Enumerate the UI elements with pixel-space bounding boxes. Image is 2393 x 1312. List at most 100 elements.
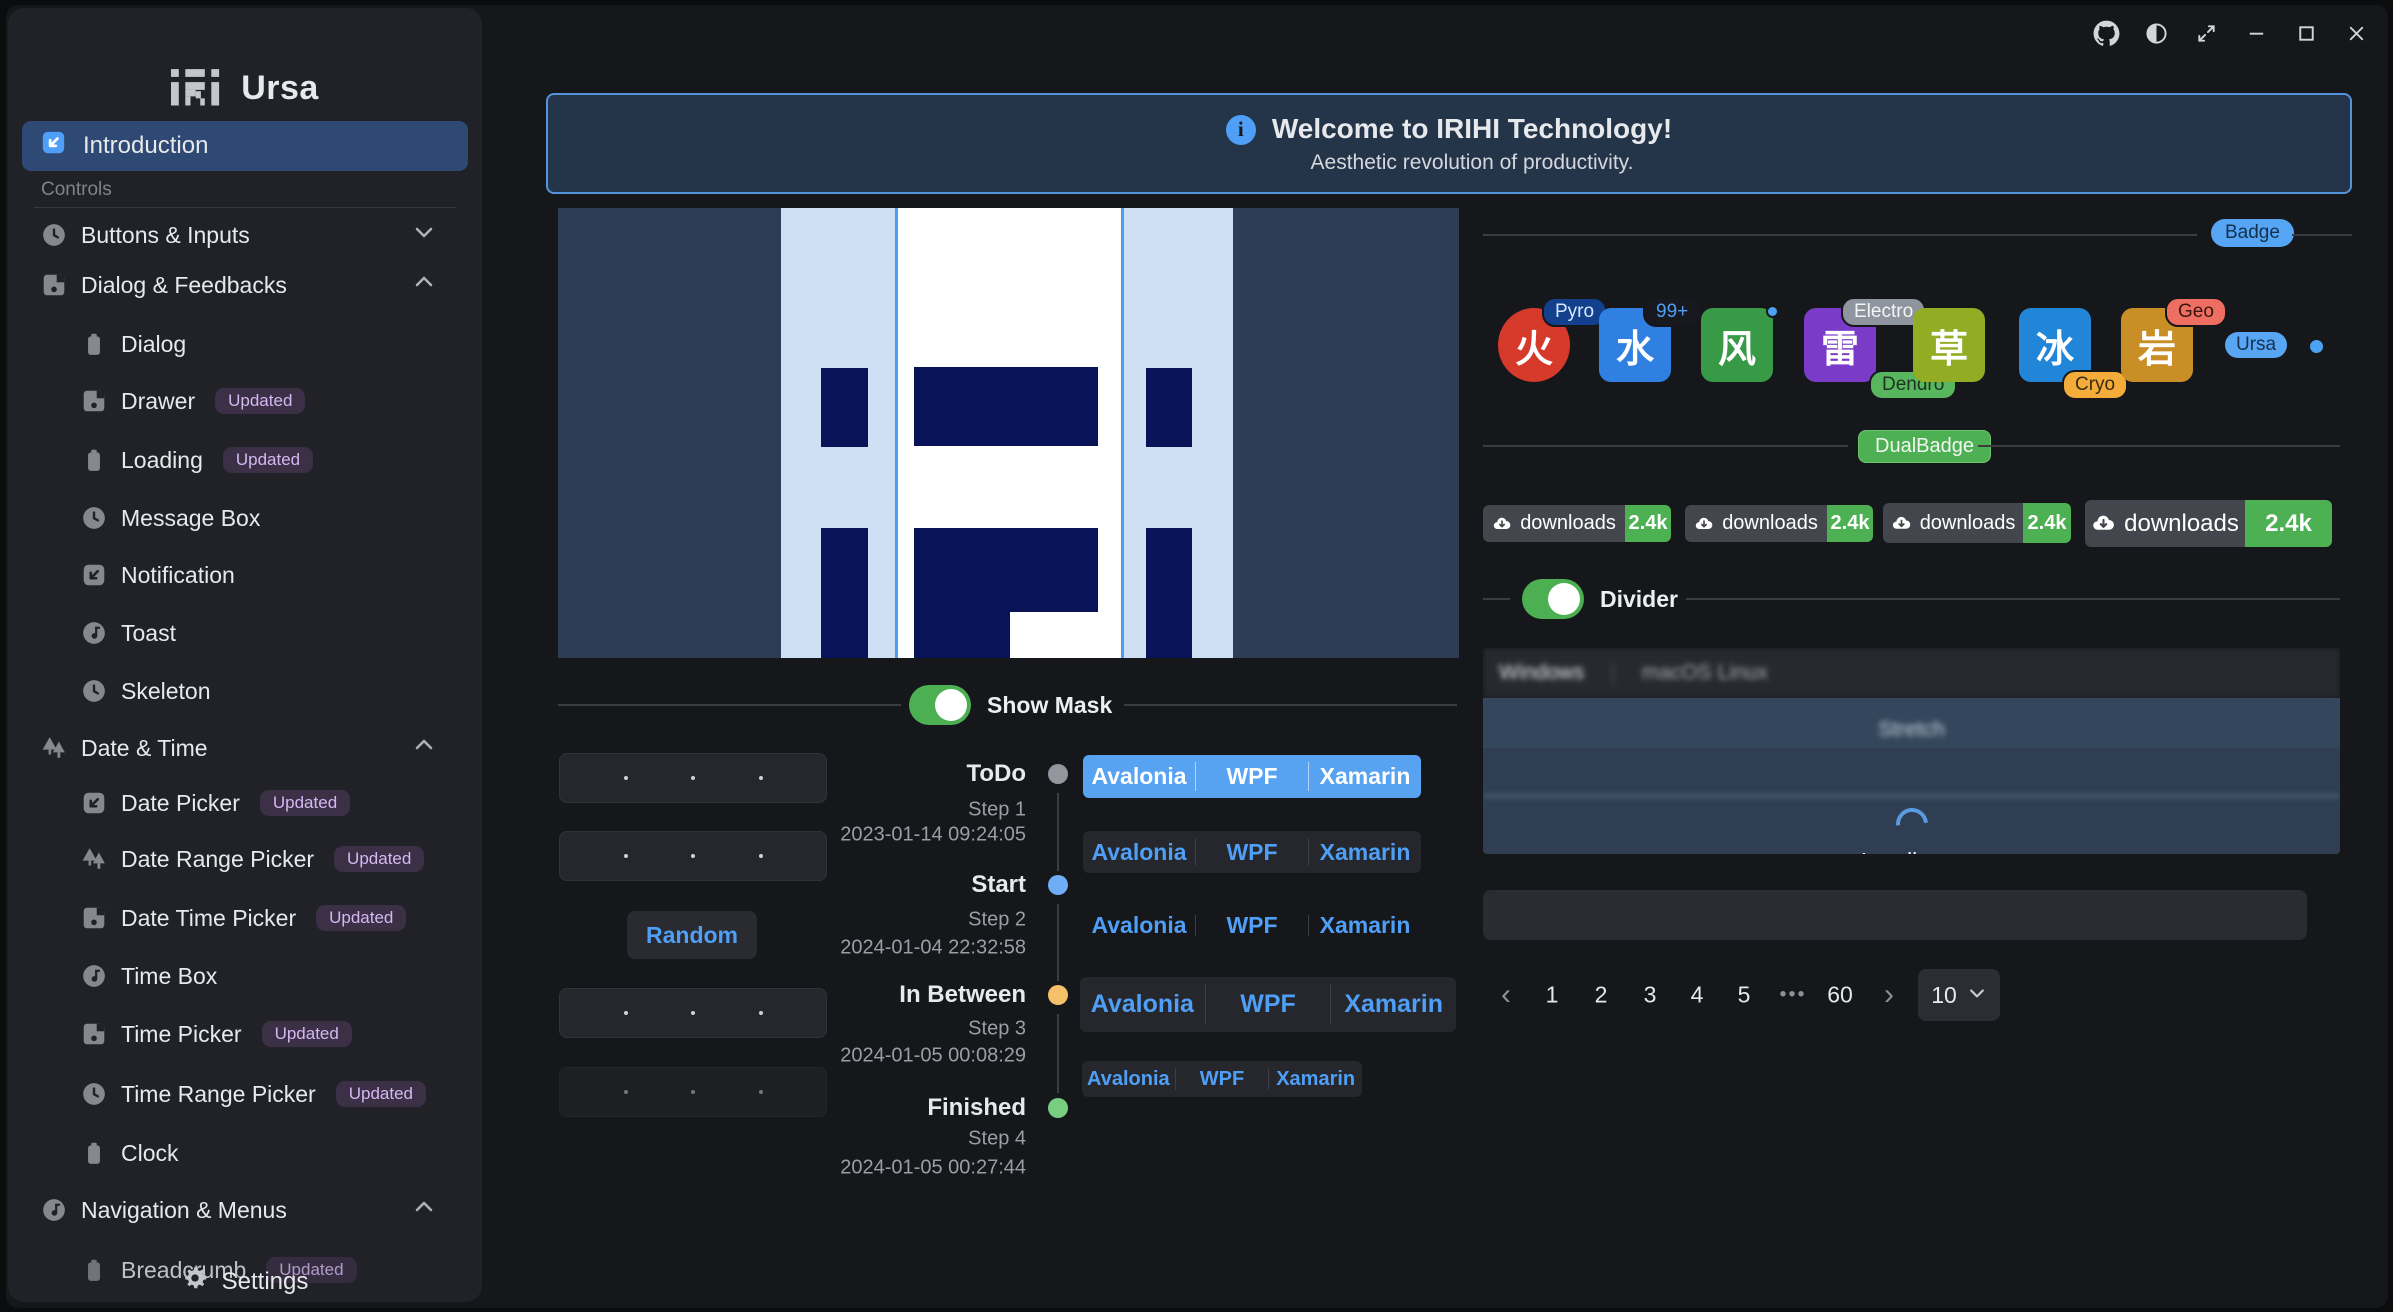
group-button-wpf[interactable]: WPF	[1196, 908, 1308, 943]
page-button-1[interactable]: 1	[1546, 982, 1559, 1009]
tab-windows[interactable]: Windows	[1499, 661, 1584, 685]
ursa-logo-icon	[171, 66, 223, 111]
floppy-icon	[41, 272, 67, 298]
button-group: AvaloniaWPFXamarin	[1080, 977, 1456, 1032]
divider-toggle[interactable]	[1522, 579, 1584, 619]
sidebar-item-clock[interactable]: Clock	[81, 1130, 462, 1176]
dual-badge-value: 2.4k	[2245, 500, 2332, 547]
settings-label: Settings	[222, 1268, 309, 1296]
sidebar-item-dialog-feedbacks[interactable]: Dialog & Feedbacks	[41, 262, 462, 308]
divider-toggle-label: Divider	[1600, 586, 1678, 613]
tile-character: 岩	[2138, 318, 2176, 373]
date-input[interactable]	[559, 1067, 827, 1117]
page-button-60[interactable]: 60	[1827, 982, 1853, 1009]
banner-subtitle: Aesthetic revolution of productivity.	[1272, 151, 1672, 175]
page-button-4[interactable]: 4	[1691, 982, 1704, 1009]
group-button-xamarin[interactable]: Xamarin	[1331, 977, 1456, 1032]
tile-character: 草	[1930, 318, 1968, 373]
updated-badge: Updated	[334, 846, 424, 872]
stretch-label: Stretch	[1483, 718, 2340, 742]
sidebar-item-introduction[interactable]: Introduction	[22, 121, 468, 171]
group-button-avalonia[interactable]: Avalonia	[1083, 831, 1195, 873]
github-icon[interactable]	[2088, 15, 2124, 51]
sidebar-item-label: Toast	[121, 620, 176, 647]
page-size-value: 10	[1931, 982, 1957, 1009]
dual-badge-label: downloads	[1722, 512, 1818, 535]
sidebar-item-time-range-picker[interactable]: Time Range PickerUpdated	[81, 1071, 462, 1117]
tile-character: 水	[1616, 318, 1654, 373]
logo-glyph-block	[821, 528, 868, 658]
date-input-separator	[691, 854, 695, 858]
page-next-button[interactable]: ›	[1884, 978, 1894, 1012]
sidebar-item-message-box[interactable]: Message Box	[81, 495, 462, 541]
theme-toggle-icon[interactable]	[2138, 15, 2174, 51]
divider-line	[2292, 234, 2352, 236]
sidebar-item-navigation-menus[interactable]: Navigation & Menus	[41, 1187, 462, 1233]
dual-badge-value: 2.4k	[2023, 503, 2071, 543]
group-button-xamarin[interactable]: Xamarin	[1309, 908, 1421, 943]
sidebar-item-time-picker[interactable]: Time PickerUpdated	[81, 1011, 462, 1057]
tile-character: 冰	[2036, 318, 2074, 373]
tab-macos-linux[interactable]: macOS Linux	[1642, 661, 1768, 685]
date-input[interactable]	[559, 753, 827, 803]
tree-icon	[41, 735, 67, 761]
group-button-xamarin[interactable]: Xamarin	[1309, 831, 1421, 873]
page-button-2[interactable]: 2	[1595, 982, 1608, 1009]
sidebar-item-date-time-picker[interactable]: Date Time PickerUpdated	[81, 895, 462, 941]
clock-icon	[81, 505, 107, 531]
sidebar-item-toast[interactable]: Toast	[81, 610, 462, 656]
fullscreen-icon[interactable]	[2188, 15, 2224, 51]
sidebar: Ursa Introduction Controls Buttons & Inp…	[8, 8, 482, 1302]
sidebar-item-date-range-picker[interactable]: Date Range PickerUpdated	[81, 836, 462, 882]
date-input-separator	[624, 1011, 628, 1015]
download-icon	[2091, 511, 2116, 536]
logo-glyph-block	[821, 368, 868, 447]
maximize-icon[interactable]	[2288, 15, 2324, 51]
group-button-wpf[interactable]: WPF	[1196, 831, 1308, 873]
group-button-avalonia[interactable]: Avalonia	[1080, 977, 1205, 1032]
timeline-step: Step 3	[726, 1018, 1026, 1041]
badge-demo-tile: 草	[1913, 308, 1985, 382]
group-button-avalonia[interactable]: Avalonia	[1083, 755, 1195, 798]
chevron-up-icon	[412, 1195, 436, 1225]
group-button-wpf[interactable]: WPF	[1196, 755, 1308, 798]
close-icon[interactable]	[2338, 15, 2374, 51]
show-mask-toggle[interactable]	[909, 685, 971, 725]
sidebar-item-skeleton[interactable]: Skeleton	[81, 668, 462, 714]
updated-badge: Updated	[223, 447, 313, 473]
sidebar-item-loading[interactable]: LoadingUpdated	[81, 437, 462, 483]
chevron-up-icon	[412, 733, 436, 763]
sidebar-item-date-picker[interactable]: Date PickerUpdated	[81, 780, 462, 826]
sidebar-item-buttons-inputs[interactable]: Buttons & Inputs	[41, 212, 462, 258]
dot-badge	[1766, 305, 1779, 318]
page-ellipsis: •••	[1779, 984, 1806, 1007]
text-input[interactable]	[1483, 890, 2307, 940]
window-edge	[0, 0, 6, 1312]
mask-split-line	[895, 208, 898, 658]
settings-button[interactable]: Settings	[8, 1261, 482, 1302]
page-size-select[interactable]: 10	[1918, 969, 2000, 1021]
group-button-wpf[interactable]: WPF	[1206, 977, 1331, 1032]
divider-line	[558, 704, 901, 706]
minimize-icon[interactable]	[2238, 15, 2274, 51]
group-button-wpf[interactable]: WPF	[1176, 1061, 1269, 1097]
app-logo: Ursa	[8, 66, 482, 111]
sidebar-item-notification[interactable]: Notification	[81, 552, 462, 598]
group-button-avalonia[interactable]: Avalonia	[1083, 908, 1195, 943]
group-button-xamarin[interactable]: Xamarin	[1309, 755, 1421, 798]
sidebar-item-dialog[interactable]: Dialog	[81, 321, 462, 367]
group-button-xamarin[interactable]: Xamarin	[1269, 1061, 1362, 1097]
sidebar-item-date-time[interactable]: Date & Time	[41, 725, 462, 771]
titlebar	[2088, 15, 2374, 51]
sidebar-item-time-box[interactable]: Time Box	[81, 953, 462, 999]
page-button-5[interactable]: 5	[1738, 982, 1751, 1009]
dual-badge: downloads2.4k	[1883, 503, 2071, 543]
page-button-3[interactable]: 3	[1644, 982, 1657, 1009]
mask-split-line	[1121, 208, 1124, 658]
sidebar-item-drawer[interactable]: DrawerUpdated	[81, 378, 462, 424]
sidebar-item-label: Navigation & Menus	[81, 1197, 287, 1224]
group-button-avalonia[interactable]: Avalonia	[1082, 1061, 1175, 1097]
page-prev-button[interactable]: ‹	[1501, 978, 1511, 1012]
updated-badge: Updated	[316, 905, 406, 931]
note-icon	[81, 620, 107, 646]
